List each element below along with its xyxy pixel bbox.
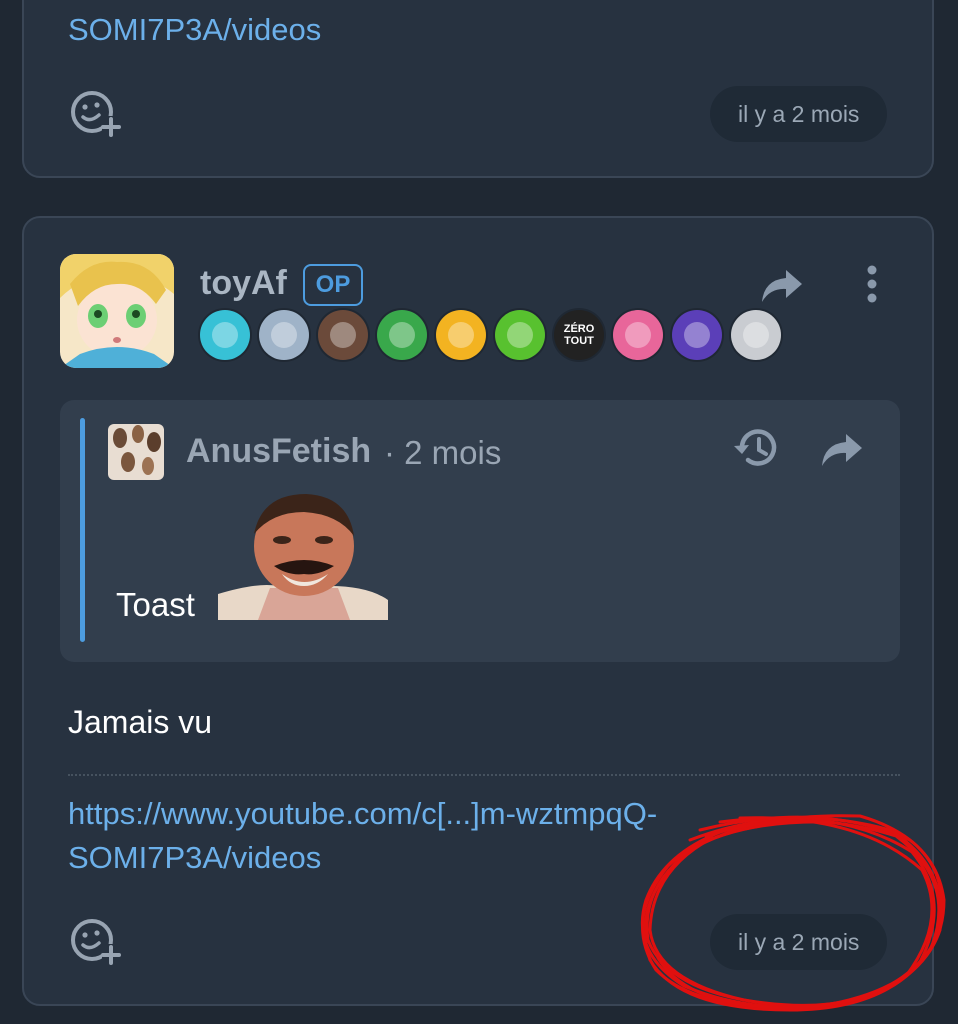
add-reaction-icon (68, 86, 122, 145)
old-man-badge-icon (271, 322, 297, 348)
anime-girl-badge-icon (625, 322, 651, 348)
quoted-author-avatar[interactable] (108, 424, 164, 480)
timestamp-button[interactable]: il y a 2 mois (710, 914, 888, 970)
risitas-badge[interactable] (731, 310, 781, 360)
video-link[interactable]: https://www.youtube.com/c[...]m-wztmpqQ- (68, 792, 657, 836)
stars-badge-icon (212, 322, 238, 348)
comment-card: toyAf OP ZÉRO TOUT AnusFetish · 2 mois T… (22, 216, 934, 1006)
share-arrow-icon (820, 432, 864, 473)
santa-badge[interactable] (377, 310, 427, 360)
quoted-time: · 2 mois (384, 434, 502, 471)
quoted-message[interactable]: AnusFetish · 2 mois Toast (60, 400, 900, 662)
stars-badge[interactable] (200, 310, 250, 360)
moon-badge[interactable] (672, 310, 722, 360)
old-man-badge[interactable] (259, 310, 309, 360)
smiley-badge[interactable] (436, 310, 486, 360)
zero-tout-badge[interactable]: ZÉRO TOUT (554, 310, 604, 360)
smiley-badge-icon (448, 322, 474, 348)
video-link-continued[interactable]: SOMI7P3A/videos (68, 836, 321, 880)
add-reaction-button[interactable] (68, 88, 122, 142)
beer-badge-icon (507, 322, 533, 348)
more-options-button[interactable] (856, 264, 888, 308)
author-name[interactable]: toyAf (200, 264, 287, 303)
quote-bar (80, 418, 85, 642)
beer-badge[interactable] (495, 310, 545, 360)
quoted-text: Toast (116, 586, 195, 623)
anime-girl-badge[interactable] (613, 310, 663, 360)
author-avatar[interactable] (60, 254, 174, 368)
share-button[interactable] (756, 266, 808, 310)
comment-body: Jamais vu (68, 704, 213, 740)
strong-man-badge-icon (330, 322, 356, 348)
quote-share-button[interactable] (816, 430, 868, 474)
moon-badge-icon (684, 322, 710, 348)
video-link[interactable]: SOMI7P3A/videos (68, 8, 321, 52)
santa-badge-icon (389, 322, 415, 348)
kebab-menu-icon (866, 265, 878, 308)
history-icon (732, 426, 780, 475)
strong-man-badge[interactable] (318, 310, 368, 360)
share-arrow-icon (760, 268, 804, 309)
quoted-author-name[interactable]: AnusFetish (186, 432, 371, 471)
history-button[interactable] (730, 426, 782, 474)
divider (68, 774, 900, 776)
add-reaction-button[interactable] (68, 916, 122, 970)
previous-comment-card: SOMI7P3A/videos il y a 2 mois (22, 0, 934, 178)
risitas-badge-icon (743, 322, 769, 348)
op-badge: OP (303, 264, 363, 306)
zero-tout-badge-label: ZÉRO TOUT (563, 323, 595, 347)
timestamp-button[interactable]: il y a 2 mois (710, 86, 888, 142)
risitas-sticker (218, 490, 388, 620)
badge-list: ZÉRO TOUT (200, 310, 781, 362)
add-reaction-icon (68, 914, 122, 973)
